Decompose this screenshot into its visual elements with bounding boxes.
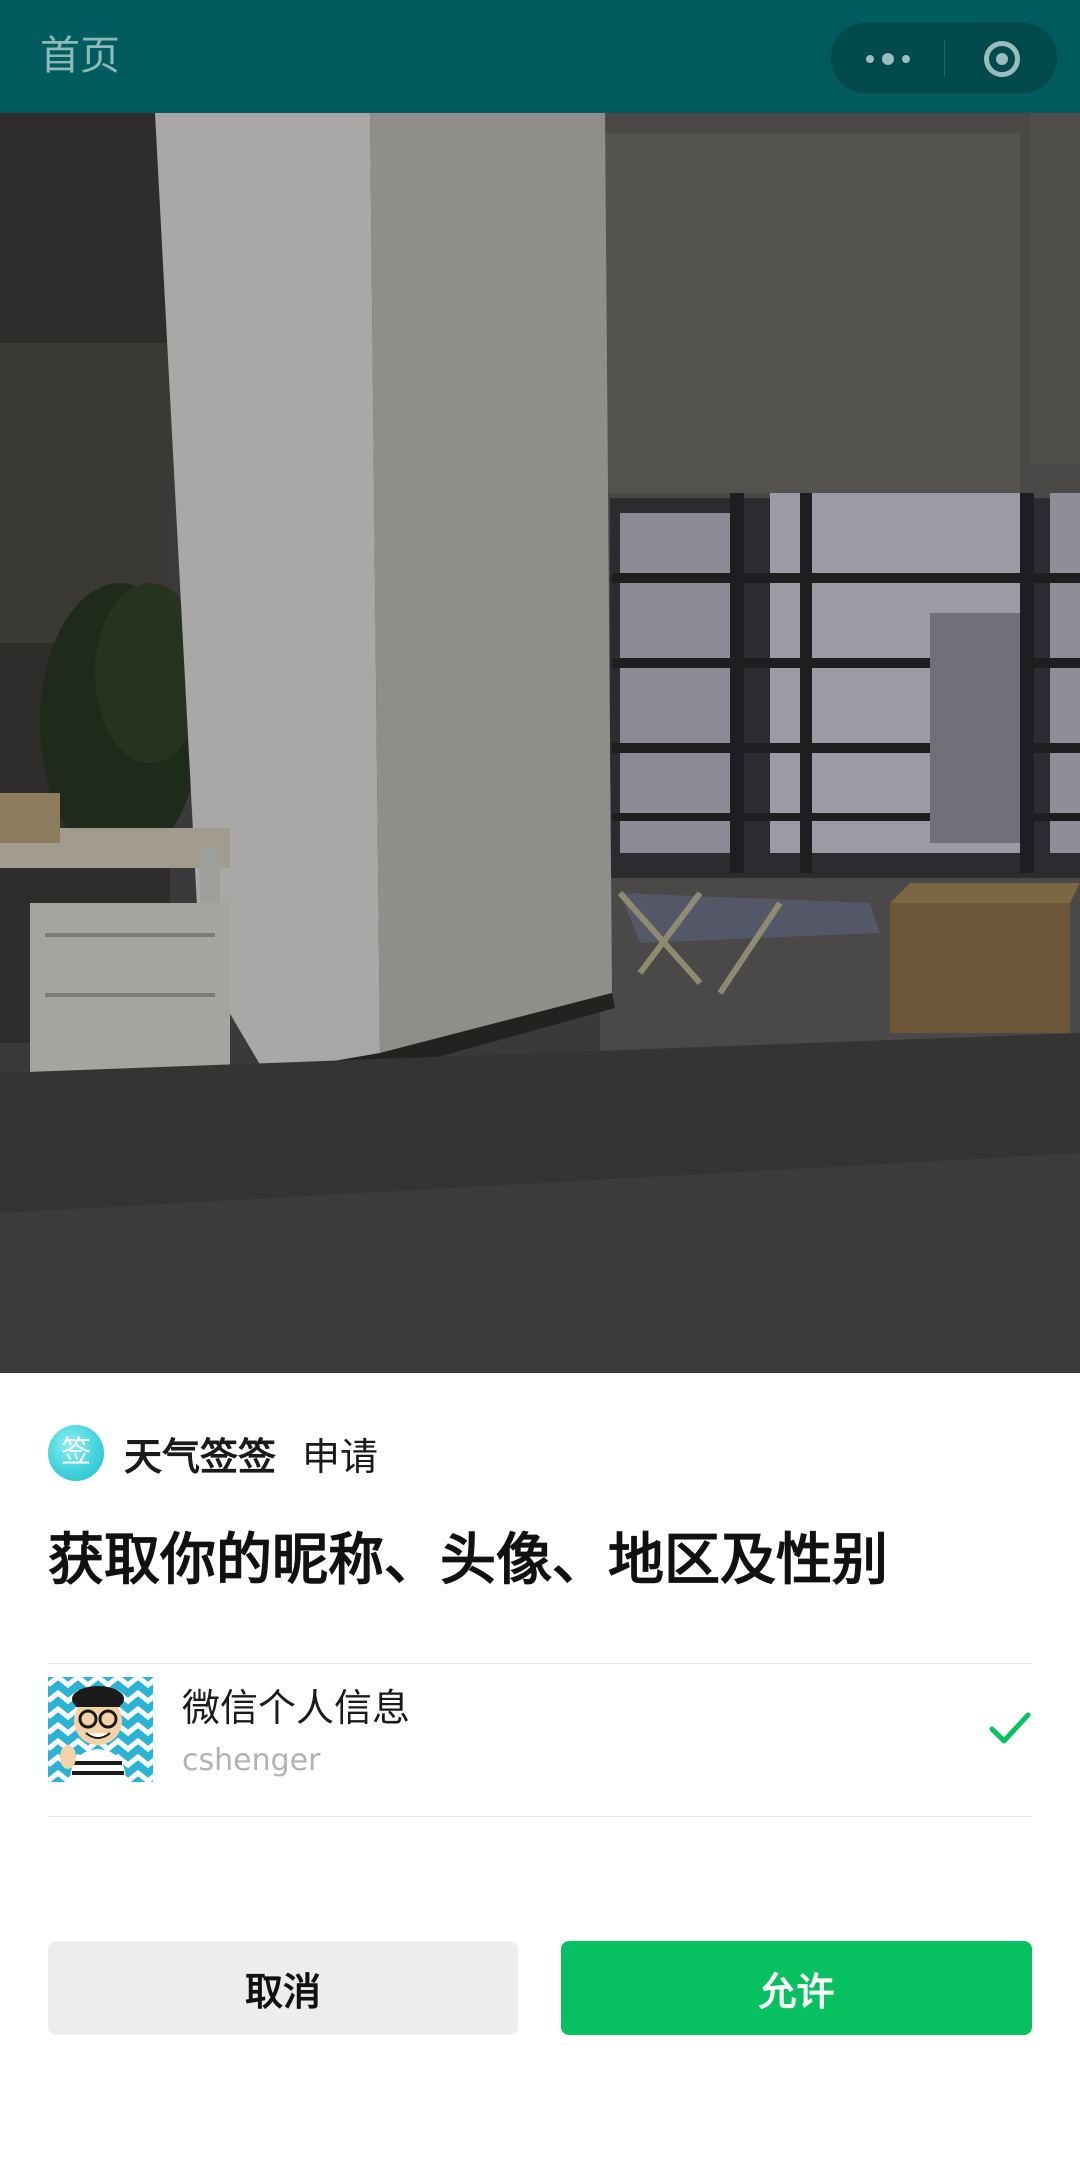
divider-bottom	[48, 1816, 1032, 1817]
request-title: 获取你的昵称、头像、地区及性别	[48, 1528, 888, 1593]
page-title: 首页	[40, 33, 120, 79]
info-item-label: 微信个人信息	[182, 1686, 411, 1730]
authorization-sheet: 签 天气签签 申请 获取你的昵称、头像、地区及性别 微信个人信息 cshenge…	[0, 1373, 1080, 2160]
avatar	[48, 1677, 153, 1782]
app-name: 天气签签	[124, 1434, 277, 1479]
office-scene-image	[0, 113, 1080, 1373]
apply-text: 申请	[302, 1434, 379, 1479]
username-text: cshenger	[182, 1743, 321, 1778]
more-dots-icon[interactable]	[831, 23, 944, 95]
app-logo-text: 签	[61, 1435, 91, 1470]
user-info-option[interactable]: 微信个人信息 cshenger	[48, 1663, 1032, 1815]
app-header: 签 天气签签 申请	[48, 1423, 378, 1483]
camera-preview	[0, 113, 1080, 1373]
check-icon	[989, 1712, 1031, 1744]
allow-button[interactable]: 允许	[561, 1941, 1032, 2035]
cancel-button[interactable]: 取消	[48, 1941, 518, 2035]
close-circle-icon[interactable]	[945, 23, 1059, 95]
mini-program-capsule	[830, 22, 1058, 94]
navigation-bar: 首页	[0, 0, 1080, 113]
app-logo-icon: 签	[48, 1425, 104, 1481]
